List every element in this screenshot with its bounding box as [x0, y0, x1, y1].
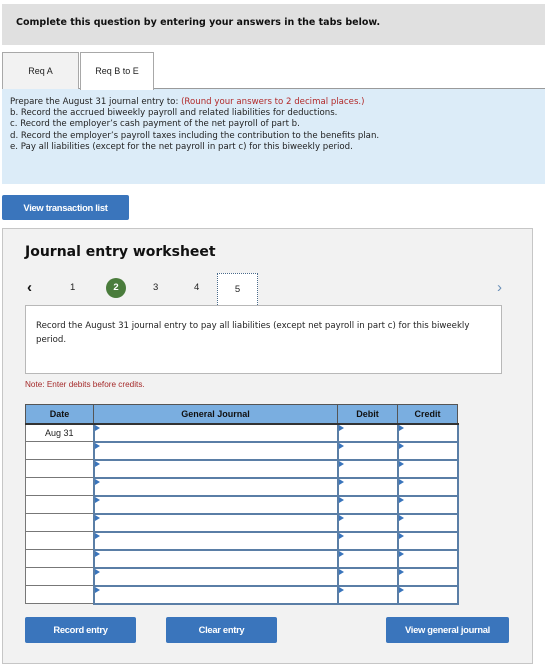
date-cell — [25, 477, 94, 496]
debit-input[interactable] — [336, 530, 399, 551]
credit-input[interactable] — [396, 530, 459, 551]
debit-credit-note: Note: Enter debits before credits. — [25, 380, 145, 389]
requirement-tabs: Req A Req B to E — [2, 52, 545, 90]
rounding-note: (Round your answers to 2 decimal places.… — [181, 97, 365, 107]
date-cell — [25, 513, 94, 532]
credit-input[interactable] — [396, 476, 459, 497]
debit-input[interactable] — [336, 584, 399, 605]
credit-input[interactable] — [396, 422, 459, 443]
account-input[interactable] — [92, 476, 339, 497]
journal-row — [25, 494, 459, 515]
debit-input[interactable] — [336, 458, 399, 479]
instruction-item-d: d. Record the employer’s payroll taxes i… — [10, 130, 380, 141]
debit-input[interactable] — [336, 494, 399, 515]
journal-row — [25, 476, 459, 497]
pager-page-3[interactable]: 3 — [153, 282, 158, 293]
pager-page-1[interactable]: 1 — [70, 282, 75, 293]
date-cell — [25, 459, 94, 478]
credit-input[interactable] — [396, 584, 459, 605]
instruction-item-b: b. Record the accrued biweekly payroll a… — [10, 108, 338, 119]
debit-input[interactable] — [336, 566, 399, 587]
journal-row — [25, 512, 459, 533]
chevron-right-icon[interactable]: › — [497, 279, 502, 296]
date-cell — [25, 531, 94, 550]
journal-row — [25, 548, 459, 569]
pager-page-2-completed[interactable]: 2 — [106, 278, 126, 298]
date-cell — [25, 567, 94, 586]
date-cell — [25, 495, 94, 514]
chevron-left-icon[interactable]: ‹ — [27, 279, 32, 296]
pager-page-5-current[interactable]: 5 — [217, 273, 258, 307]
journal-entry-worksheet: Journal entry worksheet ‹ 1 2 3 4 5 › Re… — [2, 228, 533, 664]
date-cell — [25, 585, 94, 604]
view-general-journal-button[interactable]: View general journal — [386, 617, 509, 643]
instruction-item-e: e. Pay all liabilities (except for the n… — [10, 141, 353, 152]
account-input[interactable] — [92, 530, 339, 551]
journal-table: Date General Journal Debit Credit Aug 31 — [25, 404, 459, 605]
account-input[interactable] — [92, 548, 339, 569]
journal-row — [25, 566, 459, 587]
date-cell: Aug 31 — [25, 423, 94, 442]
instruction-banner: Complete this question by entering your … — [2, 4, 545, 45]
instructions-intro-line: Prepare the August 31 journal entry to: … — [10, 97, 545, 108]
account-input[interactable] — [92, 566, 339, 587]
account-input[interactable] — [92, 584, 339, 605]
tab-req-a[interactable]: Req A — [2, 52, 79, 89]
view-transaction-list-button[interactable]: View transaction list — [2, 195, 129, 220]
journal-row — [25, 530, 459, 551]
debit-input[interactable] — [336, 512, 399, 533]
entry-description: Record the August 31 journal entry to pa… — [25, 305, 502, 374]
debit-input[interactable] — [336, 476, 399, 497]
credit-input[interactable] — [396, 458, 459, 479]
header-debit: Debit — [337, 404, 398, 425]
journal-row — [25, 584, 459, 605]
credit-input[interactable] — [396, 440, 459, 461]
record-entry-button[interactable]: Record entry — [25, 617, 136, 643]
clear-entry-button[interactable]: Clear entry — [166, 617, 277, 643]
worksheet-pager: ‹ 1 2 3 4 5 › — [3, 273, 533, 307]
date-cell — [25, 549, 94, 568]
credit-input[interactable] — [396, 512, 459, 533]
account-input[interactable] — [92, 494, 339, 515]
account-input[interactable] — [92, 422, 339, 443]
instructions-intro: Prepare the August 31 journal entry to: — [10, 97, 179, 107]
header-credit: Credit — [397, 404, 458, 425]
header-general-journal: General Journal — [93, 404, 338, 425]
tab-req-b-to-e[interactable]: Req B to E — [80, 52, 154, 90]
credit-input[interactable] — [396, 494, 459, 515]
worksheet-title: Journal entry worksheet — [25, 244, 216, 260]
date-cell — [25, 441, 94, 460]
account-input[interactable] — [92, 458, 339, 479]
credit-input[interactable] — [396, 566, 459, 587]
debit-input[interactable] — [336, 422, 399, 443]
credit-input[interactable] — [396, 548, 459, 569]
instruction-item-c: c. Record the employer’s cash payment of… — [10, 119, 300, 130]
requirements-instructions: Prepare the August 31 journal entry to: … — [2, 89, 545, 184]
header-date: Date — [25, 404, 94, 425]
debit-input[interactable] — [336, 440, 399, 461]
debit-input[interactable] — [336, 548, 399, 569]
journal-row: Aug 31 — [25, 422, 459, 443]
account-input[interactable] — [92, 512, 339, 533]
account-input[interactable] — [92, 440, 339, 461]
journal-header-row: Date General Journal Debit Credit — [25, 404, 458, 425]
journal-row — [25, 458, 459, 479]
journal-row — [25, 440, 459, 461]
pager-page-4[interactable]: 4 — [194, 282, 199, 293]
